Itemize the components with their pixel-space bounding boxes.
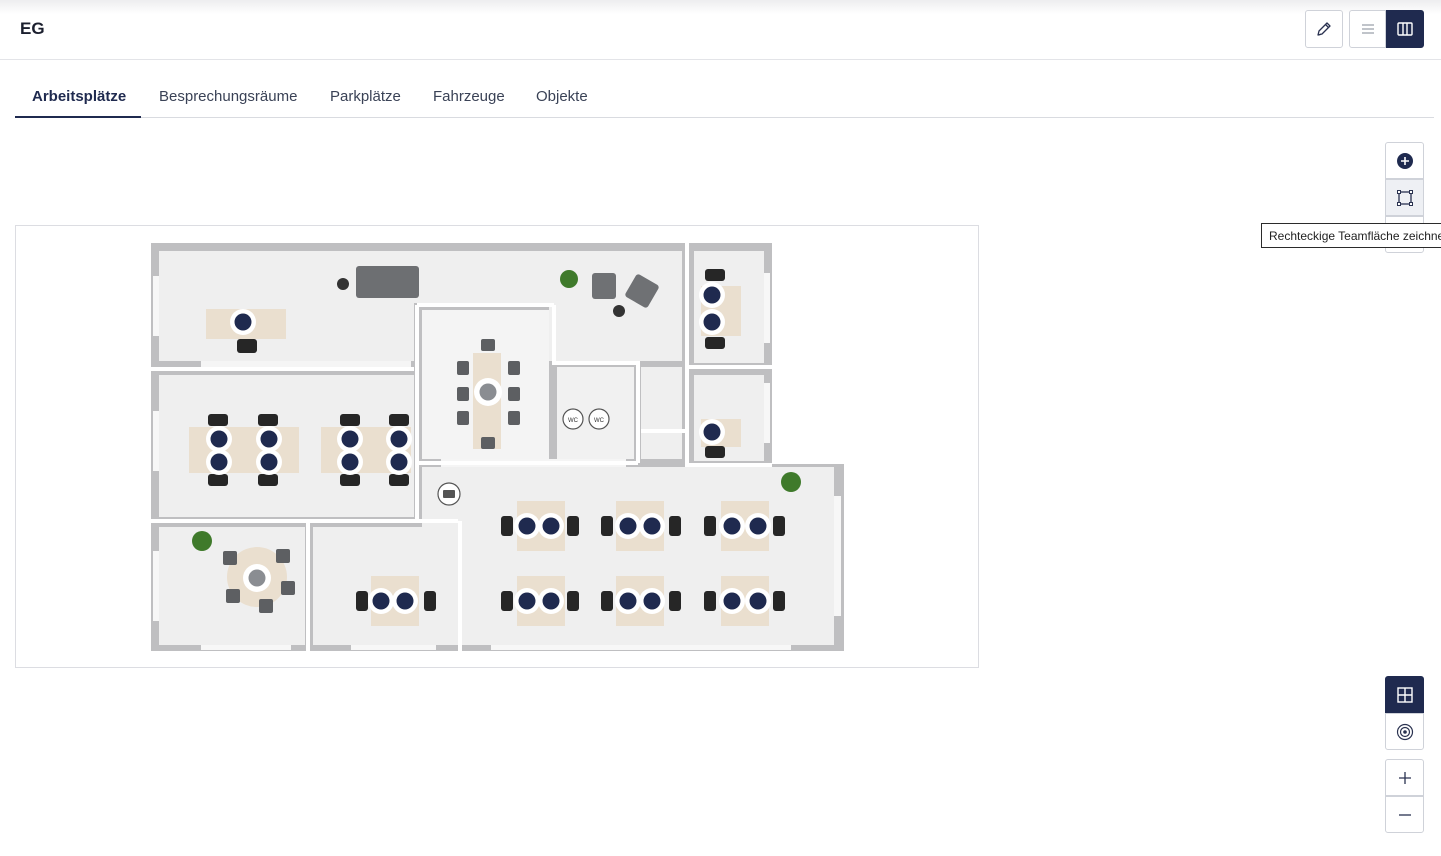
target-icon	[1396, 723, 1413, 740]
map-view-button[interactable]	[1386, 10, 1424, 48]
list-view-button[interactable]	[1349, 10, 1386, 48]
edit-button[interactable]	[1305, 10, 1343, 48]
grid-toggle-button[interactable]	[1385, 676, 1424, 713]
tab-parkplaetze[interactable]: Parkplätze	[330, 88, 401, 105]
tooltip: Rechteckige Teamfläche zeichnen	[1261, 223, 1441, 248]
zoom-in-button[interactable]	[1385, 759, 1424, 796]
tab-besprechungsraeume[interactable]: Besprechungsräume	[159, 88, 297, 105]
zoom-in-icon	[1398, 771, 1411, 784]
grid-icon	[1396, 686, 1413, 703]
category-tabs: Arbeitsplätze Besprechungsräume Parkplät…	[15, 78, 1434, 118]
tab-fahrzeuge[interactable]: Fahrzeuge	[433, 88, 505, 105]
zoom-out-button[interactable]	[1385, 796, 1424, 833]
active-tab-indicator	[15, 116, 141, 118]
pencil-icon	[1317, 22, 1331, 36]
rectangle-draw-icon	[1396, 189, 1413, 206]
list-icon	[1361, 24, 1374, 34]
tab-objekte[interactable]: Objekte	[536, 88, 588, 105]
draw-rectangle-team-area-button[interactable]	[1385, 179, 1424, 216]
add-workspace-button[interactable]	[1385, 142, 1424, 179]
page-title: EG	[20, 19, 45, 38]
plus-circle-icon	[1396, 152, 1413, 169]
tab-arbeitsplaetze[interactable]: Arbeitsplätze	[32, 88, 126, 105]
center-map-button[interactable]	[1385, 713, 1424, 750]
map-canvas[interactable]: WC WC	[15, 225, 979, 668]
top-bar: EG	[0, 0, 1441, 60]
wc-label: WC	[568, 418, 579, 424]
wc-label: WC	[594, 418, 605, 424]
floorplan: WC WC	[151, 243, 844, 651]
zoom-out-icon	[1398, 813, 1411, 816]
map-icon	[1397, 22, 1413, 36]
